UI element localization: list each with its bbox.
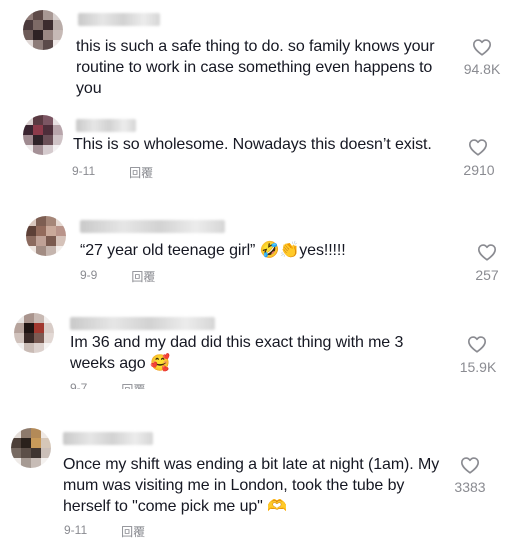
comment-date: 9-11 — [72, 164, 96, 178]
comment-meta: 9-9 回覆 — [80, 268, 155, 285]
heart-outline-icon — [468, 336, 486, 353]
comment-text: this is such a safe thing to do. so fami… — [76, 38, 435, 97]
comment-item: “27 year old teenage girl” 🤣👏yes!!!!! 9-… — [0, 210, 513, 300]
comment-text: Im 36 and my dad did this exact thing wi… — [70, 334, 404, 372]
heart-outline-icon — [478, 244, 496, 261]
comment-item: Once my shift was ending a bit late at n… — [0, 420, 513, 548]
username[interactable] — [63, 432, 153, 445]
like-button[interactable] — [472, 38, 492, 56]
avatar[interactable] — [11, 428, 51, 468]
comment-meta: 9-11 回覆 — [64, 523, 145, 540]
username[interactable] — [70, 317, 215, 330]
username[interactable] — [78, 13, 160, 26]
comment-date: 9-11 — [64, 523, 88, 537]
avatar[interactable] — [23, 10, 63, 50]
like-count: 2910 — [463, 162, 495, 178]
comment-date: 9-7 — [70, 381, 88, 389]
username[interactable] — [76, 119, 136, 132]
reply-button[interactable]: 回覆 — [131, 268, 155, 285]
avatar[interactable] — [26, 216, 66, 256]
like-button[interactable] — [467, 335, 487, 353]
comment-item: this is such a safe thing to do. so fami… — [0, 0, 513, 110]
comment-item: Im 36 and my dad did this exact thing wi… — [0, 305, 513, 395]
reply-button[interactable]: 回覆 — [121, 381, 145, 389]
comment-meta: 9-7 回覆 — [70, 381, 145, 389]
heart-outline-icon — [469, 139, 487, 156]
reply-button[interactable]: 回覆 — [121, 523, 145, 540]
comment-date: 9-9 — [80, 268, 98, 282]
heart-outline-icon — [461, 457, 479, 474]
comment-text: Once my shift was ending a bit late at n… — [63, 456, 440, 515]
reply-button[interactable]: 回覆 — [129, 164, 153, 181]
heart-outline-icon — [473, 39, 491, 56]
like-count: 94.8K — [463, 61, 501, 77]
like-count: 257 — [475, 267, 499, 283]
comment-meta: 9-11 回覆 — [72, 164, 153, 181]
comment-text: “27 year old teenage girl” 🤣👏yes!!!!! — [80, 242, 346, 259]
like-count: 15.9K — [459, 359, 497, 375]
comment-item: This is so wholesome. Nowadays this does… — [0, 110, 513, 210]
comment-text: This is so wholesome. Nowadays this does… — [73, 136, 432, 153]
like-button[interactable] — [477, 243, 497, 261]
like-button[interactable] — [468, 138, 488, 156]
avatar[interactable] — [23, 115, 63, 155]
like-button[interactable] — [460, 456, 480, 474]
username[interactable] — [80, 220, 225, 233]
avatar[interactable] — [14, 313, 54, 353]
like-count: 3383 — [454, 479, 486, 495]
